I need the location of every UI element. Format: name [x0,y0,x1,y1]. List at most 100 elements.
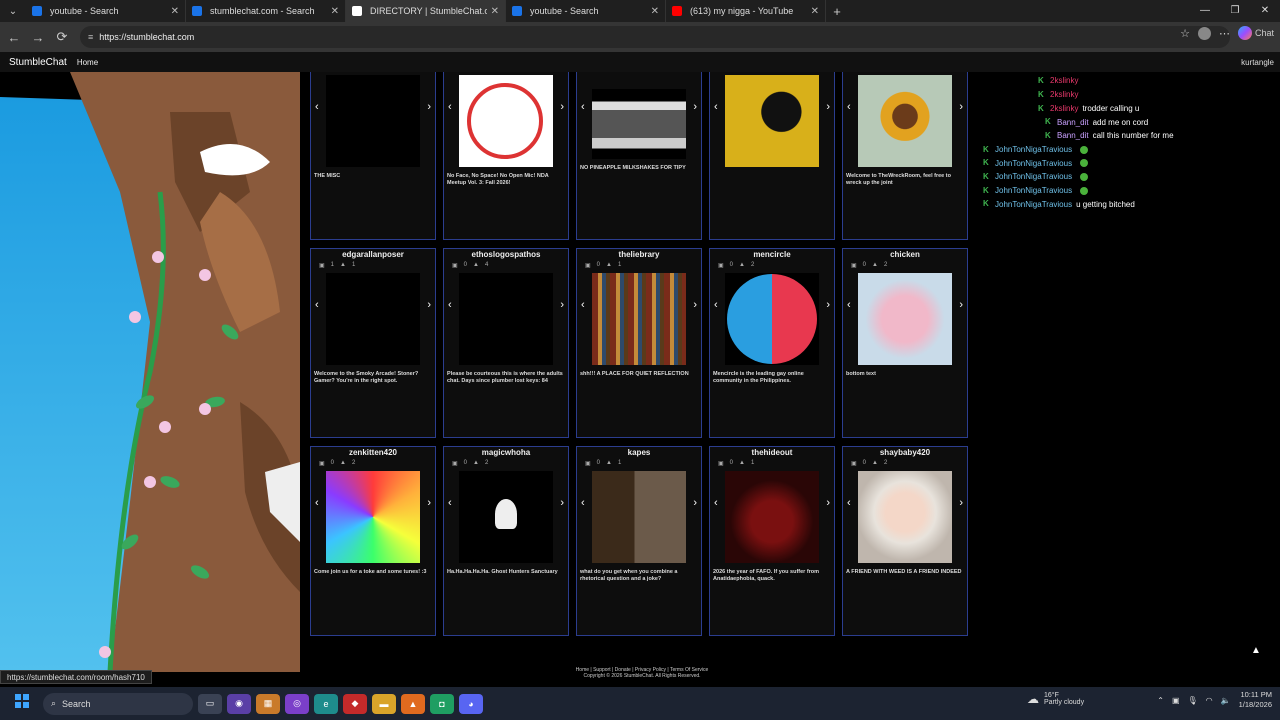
prev-arrow-icon[interactable]: ‹ [448,101,452,113]
edge-browser-icon[interactable]: e [314,693,338,714]
site-brand[interactable]: StumbleChat [9,57,67,68]
chat-username[interactable]: JohnTonNigaTravious [995,172,1072,181]
room-card[interactable]: magicwhoha ▣ 0 ▲ 2 ‹ › Ha.Ha.Ha.Ha.Ha. Ghost Hu… [443,446,569,636]
room-name[interactable]: thehideout [710,447,834,459]
next-arrow-icon[interactable]: › [427,497,431,509]
copilot-button[interactable]: Chat [1237,26,1274,40]
browser-tab[interactable]: youtube - Search ✕ [26,0,186,22]
back-icon[interactable]: ← [2,30,26,45]
weather-widget[interactable]: ☁ 16°F Partly cloudy [1027,692,1084,706]
room-name[interactable]: ethoslogospathos [444,249,568,261]
room-thumbnail[interactable] [592,89,686,159]
prev-arrow-icon[interactable]: ‹ [714,299,718,311]
minimize-icon[interactable]: — [1190,0,1220,22]
taskbar-search[interactable]: ⌕ Search [43,692,193,715]
room-name[interactable]: chicken [843,249,967,261]
prev-arrow-icon[interactable]: ‹ [315,299,319,311]
room-thumbnail[interactable] [326,471,420,563]
next-arrow-icon[interactable]: › [560,299,564,311]
tab-close-icon[interactable]: ✕ [651,6,659,17]
app-icon-green[interactable]: ◘ [430,693,454,714]
room-thumbnail[interactable] [725,273,819,365]
tab-close-icon[interactable]: ✕ [171,6,179,17]
room-card[interactable]: ▣1▲2‹›NO PINEAPPLE MILKSHAKES FOR TIPY [576,72,702,240]
next-arrow-icon[interactable]: › [826,497,830,509]
next-arrow-icon[interactable]: › [959,497,963,509]
prev-arrow-icon[interactable]: ‹ [714,101,718,113]
next-arrow-icon[interactable]: › [693,101,697,113]
chat-username[interactable]: JohnTonNigaTravious [995,145,1072,154]
prev-arrow-icon[interactable]: ‹ [315,497,319,509]
room-thumbnail[interactable] [592,471,686,563]
room-thumbnail[interactable] [725,75,819,167]
room-thumbnail[interactable] [725,471,819,563]
room-card[interactable]: ▣1▲3‹›No Face, No Space! No Open Mic! ND… [443,72,569,240]
forward-icon[interactable]: → [26,30,50,45]
browser-tab[interactable]: youtube - Search ✕ [506,0,666,22]
room-thumbnail[interactable] [858,75,952,167]
next-arrow-icon[interactable]: › [826,101,830,113]
room-thumbnail[interactable] [459,75,553,167]
address-bar[interactable]: ≡ https://stumblechat.com [80,26,1230,48]
room-card[interactable]: chicken ▣ 0 ▲ 2 ‹ › bottom text [842,248,968,438]
tab-close-icon[interactable]: ✕ [811,6,819,17]
app-icon-purple[interactable]: ◎ [285,693,309,714]
tab-list-button[interactable]: ⌄ [0,0,26,22]
prev-arrow-icon[interactable]: ‹ [847,497,851,509]
prev-arrow-icon[interactable]: ‹ [581,299,585,311]
chevron-up-icon[interactable]: ⌃ [1157,696,1164,705]
tray-app-icon[interactable]: ▣ [1172,696,1180,705]
favorites-icon[interactable]: ☆ [1180,27,1190,40]
wifi-icon[interactable]: ◠ [1206,696,1213,705]
room-card[interactable]: ▣1▲1‹› [709,72,835,240]
next-arrow-icon[interactable]: › [560,497,564,509]
prev-arrow-icon[interactable]: ‹ [847,101,851,113]
room-card[interactable]: zenkitten420 ▣ 0 ▲ 2 ‹ › Come join us for a tok… [310,446,436,636]
room-card[interactable]: shaybaby420 ▣ 0 ▲ 2 ‹ › A FRIEND WITH WEED IS A… [842,446,968,636]
room-thumbnail[interactable] [858,471,952,563]
prev-arrow-icon[interactable]: ‹ [448,497,452,509]
room-card[interactable]: kapes ▣ 0 ▲ 1 ‹ › what do you get when you comb… [576,446,702,636]
room-thumbnail[interactable] [459,273,553,365]
chat-username[interactable]: Bann_dit [1057,118,1089,127]
maximize-icon[interactable]: ❐ [1220,0,1250,22]
room-card[interactable]: ▣1▲5‹›THE MISC [310,72,436,240]
room-name[interactable]: kapes [577,447,701,459]
chat-username[interactable]: JohnTonNigaTravious [995,186,1072,195]
next-arrow-icon[interactable]: › [959,101,963,113]
discord-icon[interactable]: ◕ [459,693,483,714]
room-name[interactable]: edgarallanposer [311,249,435,261]
volume-icon[interactable]: 🔈 [1221,696,1231,705]
chat-username[interactable]: 2kslinky [1050,104,1078,113]
prev-arrow-icon[interactable]: ‹ [448,299,452,311]
room-name[interactable]: magicwhoha [444,447,568,459]
browser-tab[interactable]: stumblechat.com - Search ✕ [186,0,346,22]
prev-arrow-icon[interactable]: ‹ [581,101,585,113]
room-thumbnail[interactable] [459,471,553,563]
file-explorer-icon[interactable]: ▬ [372,693,396,714]
room-thumbnail[interactable] [858,273,952,365]
chat-username[interactable]: 2kslinky [1050,90,1078,99]
chat-username[interactable]: Bann_dit [1057,131,1089,140]
room-name[interactable]: mencircle [710,249,834,261]
reload-icon[interactable]: ⟳ [50,29,74,45]
chat-username[interactable]: JohnTonNigaTravious [995,200,1072,209]
mic-icon[interactable]: 🎙 [1188,696,1198,705]
next-arrow-icon[interactable]: › [693,497,697,509]
tab-close-icon[interactable]: ✕ [331,6,339,17]
prev-arrow-icon[interactable]: ‹ [847,299,851,311]
next-arrow-icon[interactable]: › [959,299,963,311]
clock[interactable]: 10:11 PM 1/18/2026 [1239,690,1272,710]
start-icon[interactable] [7,694,37,713]
more-icon[interactable]: ⋯ [1219,27,1230,40]
next-arrow-icon[interactable]: › [693,299,697,311]
next-arrow-icon[interactable]: › [826,299,830,311]
room-thumbnail[interactable] [326,273,420,365]
room-card[interactable]: mencircle ▣ 0 ▲ 2 ‹ › Mencircle is the leading … [709,248,835,438]
scroll-to-top-icon[interactable]: ▲ [1248,645,1264,661]
room-thumbnail[interactable] [592,273,686,365]
next-arrow-icon[interactable]: › [427,101,431,113]
room-name[interactable]: theliebrary [577,249,701,261]
close-window-icon[interactable]: ✕ [1250,0,1280,22]
browser-tab[interactable]: (613) my nigga - YouTube ✕ [666,0,826,22]
